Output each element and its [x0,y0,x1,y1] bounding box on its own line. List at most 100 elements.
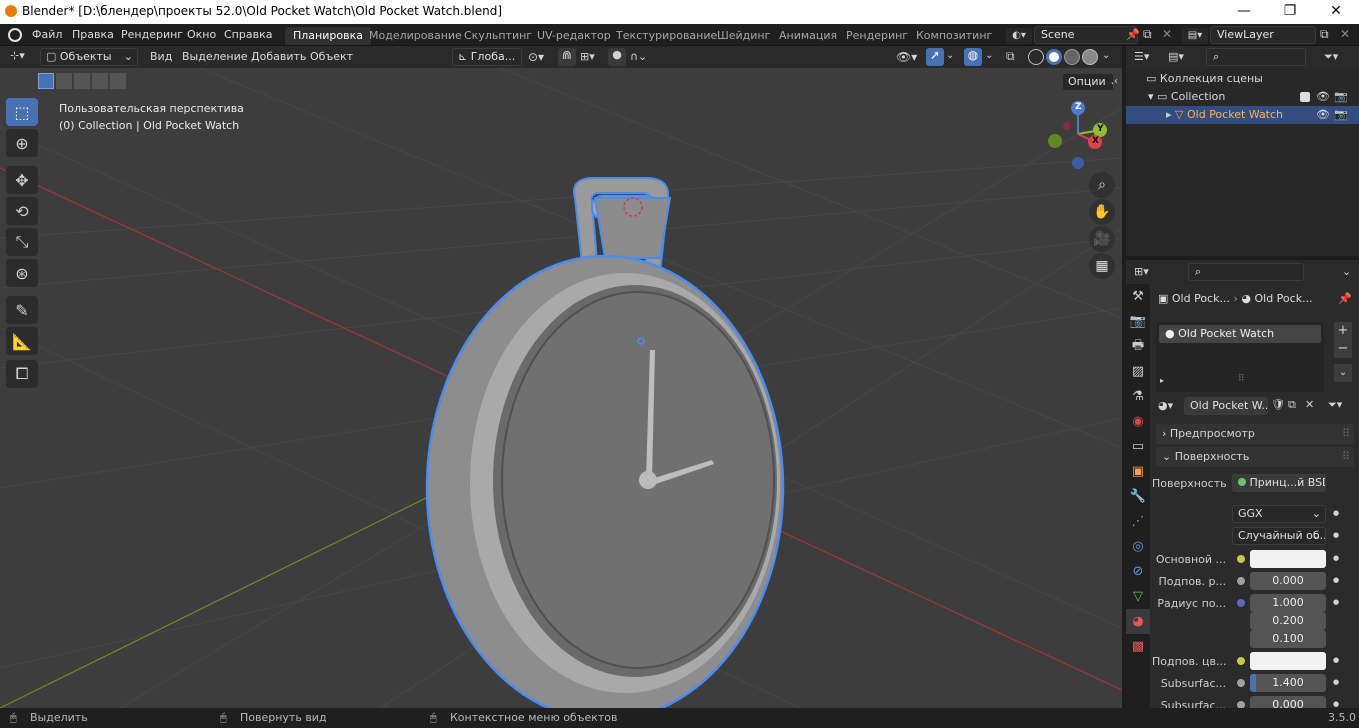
snap-icon[interactable]: ⋒ [558,48,576,66]
expand-arrow-icon[interactable]: ▸ [1166,108,1175,121]
editor-type-icon[interactable]: ⊹▾ [10,49,36,65]
node-tree-icon[interactable]: ⏷▾ [1328,398,1342,412]
expand-arrow-icon[interactable]: ▾ [1148,90,1157,103]
menu-file[interactable]: Файл [28,27,66,43]
blender-menu-icon[interactable] [8,28,22,42]
tab-sculpting[interactable]: Скульптинг [456,27,540,45]
shading-dropdown-icon[interactable]: ⌄ [1102,50,1110,61]
outliner-item-collection[interactable]: ▾ ▭ Collection 👁 📷 [1126,88,1359,106]
subsurface-radius-x-field[interactable]: 1.000 [1250,594,1326,612]
resize-handle-icon[interactable]: ⠿ [1238,374,1245,384]
outliner-search-input[interactable]: ⌕ [1206,48,1306,66]
base-color-swatch[interactable] [1250,550,1326,568]
panel-surface-header[interactable]: ⌄ Поверхность ⠿ [1156,447,1354,467]
material-slot-list[interactable]: ● Old Pocket Watch ▸ ⠿ [1156,322,1324,392]
viewlayer-name-field[interactable]: ViewLayer [1210,26,1316,44]
vector-socket-icon[interactable] [1237,599,1245,607]
cursor-tool-icon[interactable]: ⊕ [6,129,38,157]
float-socket-icon[interactable] [1237,679,1245,687]
transform-tool-icon[interactable]: ⊛ [6,259,38,287]
pin-icon[interactable]: 📌 [1338,292,1352,305]
tab-modeling[interactable]: Моделирование [361,27,470,45]
material-name-field[interactable]: Old Pocket W... [1184,397,1268,415]
chevron-down-icon[interactable]: ⌄ [1342,265,1351,278]
material-shading-icon[interactable] [1064,49,1080,65]
pan-hand-icon[interactable]: ✋ [1089,199,1115,225]
visibility-icon[interactable]: 👁▾ [896,50,917,64]
measure-tool-icon[interactable]: 📐 [6,327,38,355]
annotate-tool-icon[interactable]: ✎ [6,296,38,324]
navigation-gizmo[interactable]: Z Y X [1042,98,1114,170]
add-cube-tool-icon[interactable]: ⧠ [6,360,38,388]
zoom-icon[interactable]: ⌕ [1089,172,1115,198]
color-socket-icon[interactable] [1237,657,1245,665]
menu-add[interactable]: Добавить [247,49,310,65]
pin-scene-icon[interactable]: 📌 [1126,28,1140,41]
tab-shading[interactable]: Шейдинг [709,27,778,45]
perspective-toggle-icon[interactable]: ▦ [1089,253,1115,279]
tab-animation[interactable]: Анимация [771,27,845,45]
pivot-point-icon[interactable]: ⊙▾ [528,50,544,64]
select-box-icon[interactable]: ⬚ [6,98,38,126]
object-tab-icon[interactable]: ▣ [1126,459,1150,484]
select-extend-icon[interactable] [56,73,72,89]
fake-user-icon[interactable]: 🛡 [1271,398,1285,411]
camera-icon[interactable]: 📷 [1334,88,1348,106]
tab-texture-paint[interactable]: Текстурирование [608,27,725,45]
float-socket-icon[interactable] [1237,701,1245,708]
panel-preview-header[interactable]: › Предпросмотр ⠿ [1156,424,1354,444]
color-socket-icon[interactable] [1237,555,1245,563]
float-socket-icon[interactable] [1237,577,1245,585]
proportional-edit-icon[interactable]: ● [608,48,626,66]
tool-tab-icon[interactable]: ⚒ [1126,284,1150,309]
sidebar-toggle-icon[interactable]: ‹ [1114,76,1118,87]
transform-orientation-dropdown[interactable]: ⊾ Глоба... [452,48,522,66]
subsurface-anisotropy-field[interactable]: 0.000 [1250,696,1326,708]
material-tab-icon[interactable]: ◕ [1126,609,1150,634]
modifier-tab-icon[interactable]: 🔧 [1126,484,1150,509]
material-slot-item[interactable]: ● Old Pocket Watch [1159,325,1321,343]
keyframe-dot-icon[interactable]: ● [1333,509,1339,517]
texture-tab-icon[interactable]: ▩ [1126,634,1150,659]
subsurface-ior-field[interactable]: 1.400 [1250,674,1326,692]
camera-view-icon[interactable]: 🎥 [1089,226,1115,252]
duplicate-material-icon[interactable]: ⧉ [1288,398,1296,412]
mode-dropdown[interactable]: ▢ Объекты ⌄ [40,48,138,66]
menu-view[interactable]: Вид [146,49,176,65]
options-dropdown[interactable]: Опции ⌄ [1062,73,1114,91]
snap-target-icon[interactable]: ⊞▾ [580,50,595,63]
eye-icon[interactable]: 👁 [1316,88,1330,106]
scale-tool-icon[interactable]: ⤡ [6,228,38,256]
3d-viewport[interactable]: Пользовательская перспектива (0) Collect… [0,68,1122,708]
constraints-tab-icon[interactable]: ⊘ [1126,559,1150,584]
menu-object[interactable]: Объект [306,49,357,65]
keyframe-dot-icon[interactable]: ● [1333,656,1339,664]
maximize-button[interactable]: ❐ [1267,0,1313,24]
slot-specials-button[interactable]: ⌄ [1334,364,1352,382]
subsurface-radius-y-field[interactable]: 0.200 [1250,612,1326,630]
checkbox-icon[interactable] [1300,92,1310,102]
camera-icon[interactable]: 📷 [1334,106,1348,124]
new-scene-icon[interactable]: ⧉ [1143,27,1152,42]
tab-uv-editing[interactable]: UV-редактор [529,27,619,45]
viewlayer-selector-icon[interactable]: ▤▾ [1182,28,1208,44]
select-invert-icon[interactable] [92,73,108,89]
keyframe-dot-icon[interactable]: ● [1333,554,1339,562]
delete-scene-icon[interactable]: ✕ [1162,27,1172,41]
move-tool-icon[interactable]: ✥ [6,166,38,194]
world-tab-icon[interactable]: ◉ [1126,409,1150,434]
solid-shading-icon[interactable] [1046,49,1062,65]
surface-shader-dropdown[interactable]: Принц...й BSDF [1232,474,1326,492]
keyframe-dot-icon[interactable]: ● [1333,598,1339,606]
expand-arrow-icon[interactable]: ▸ [1160,376,1164,385]
render-tab-icon[interactable]: 📷 [1126,309,1150,334]
keyframe-dot-icon[interactable]: ● [1333,576,1339,584]
output-tab-icon[interactable]: 🖶 [1126,334,1150,359]
unlink-material-icon[interactable]: ✕ [1305,398,1314,411]
menu-window[interactable]: Окно [183,27,220,43]
scene-selector-icon[interactable]: ◐▾ [1006,28,1032,44]
outliner-editor-icon[interactable]: ☰▾ [1134,50,1149,63]
menu-help[interactable]: Справка [220,27,276,43]
keyframe-dot-icon[interactable]: ● [1333,531,1339,539]
subsurface-field[interactable]: 0.000 [1250,572,1326,590]
